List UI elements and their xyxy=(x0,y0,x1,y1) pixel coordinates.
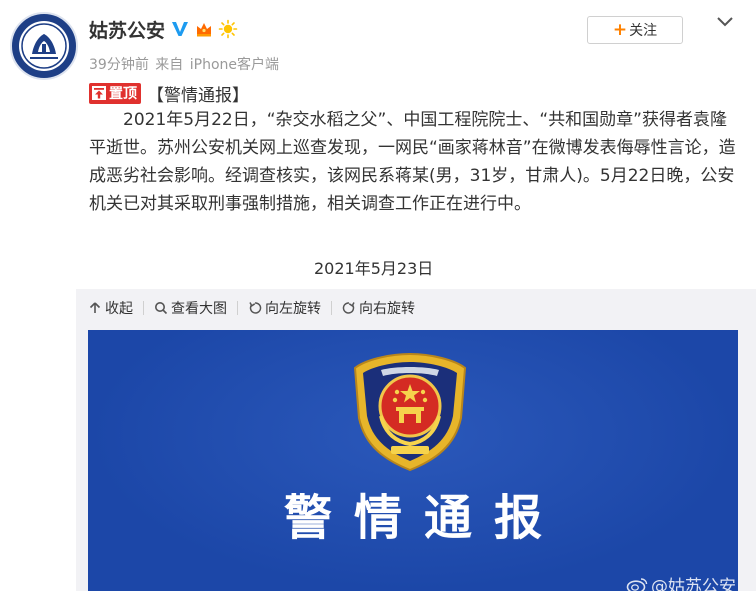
collapse-label: 收起 xyxy=(105,301,133,317)
rotate-right-label: 向右旋转 xyxy=(359,301,415,317)
chevron-down-icon[interactable] xyxy=(716,15,734,29)
post-time[interactable]: 39分钟前 xyxy=(89,57,149,73)
rotate-right-icon xyxy=(342,302,355,314)
verified-v-icon[interactable] xyxy=(170,19,190,39)
post-date: 2021年5月23日 xyxy=(314,259,434,278)
toolbar-divider xyxy=(143,301,144,315)
author-badges xyxy=(170,18,238,40)
follow-button[interactable]: + 关注 xyxy=(587,16,683,44)
pin-badge: 置顶 xyxy=(89,82,141,104)
pin-label: 置顶 xyxy=(109,86,137,102)
post-body: 2021年5月22日，“杂交水稻之父”、中国工程院院士、“共和国勋章”获得者袁隆… xyxy=(89,110,736,214)
rotate-right-button[interactable]: 向右旋转 xyxy=(342,298,415,318)
author-name[interactable]: 姑苏公安 xyxy=(89,16,165,43)
weibo-logo-icon xyxy=(626,577,648,591)
search-icon xyxy=(155,302,168,315)
watermark-text: @姑苏公安 xyxy=(651,577,736,591)
toolbar-divider xyxy=(331,301,332,315)
image-watermark: @姑苏公安 xyxy=(626,572,736,591)
toolbar-divider xyxy=(237,301,238,315)
notice-title: 警情通报 xyxy=(283,490,564,546)
post-meta: 39分钟前 来自 iPhone客户端 xyxy=(89,54,279,74)
avatar-logo-icon xyxy=(14,16,74,76)
rotate-left-icon xyxy=(249,302,262,314)
source-client[interactable]: iPhone客户端 xyxy=(190,57,279,73)
pin-top-icon xyxy=(92,86,106,100)
source-prefix: 来自 xyxy=(155,57,184,73)
avatar[interactable] xyxy=(10,12,78,80)
collapse-up-icon xyxy=(89,302,101,313)
image-toolbar: 收起 查看大图 向左旋转 向右旋转 xyxy=(76,289,756,327)
collapse-button[interactable]: 收起 xyxy=(88,298,133,318)
sun-icon[interactable] xyxy=(218,19,238,39)
pin-row: 置顶 【警情通报】 xyxy=(89,82,249,106)
media-panel: 收起 查看大图 向左旋转 向右旋转 警情通报 @姑苏公安 xyxy=(76,289,756,591)
follow-label: 关注 xyxy=(629,23,658,39)
notice-image[interactable]: 警情通报 @姑苏公安 xyxy=(88,330,738,591)
plus-icon: + xyxy=(612,19,628,40)
rotate-left-button[interactable]: 向左旋转 xyxy=(248,298,321,318)
crown-icon[interactable] xyxy=(194,19,214,39)
rotate-left-label: 向左旋转 xyxy=(265,301,321,317)
view-large-button[interactable]: 查看大图 xyxy=(154,298,227,318)
view-large-label: 查看大图 xyxy=(171,301,227,317)
police-emblem-icon xyxy=(353,352,467,472)
post-tag: 【警情通报】 xyxy=(147,85,249,106)
